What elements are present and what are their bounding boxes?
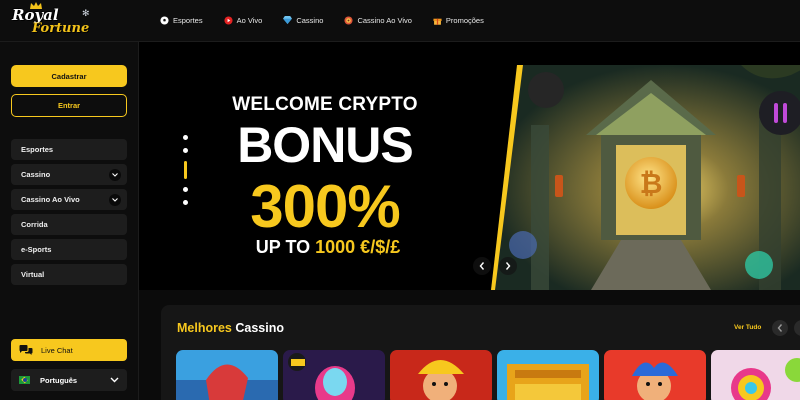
game-thumbnail <box>390 350 492 400</box>
sidebar-item-label: Corrida <box>21 220 48 229</box>
carousel-dot[interactable] <box>182 200 188 205</box>
game-thumbnail <box>711 350 800 400</box>
live-play-icon <box>224 15 233 25</box>
section-next-button[interactable] <box>794 320 800 336</box>
nav-label: Ao Vivo <box>236 15 263 25</box>
login-button[interactable]: Entrar <box>11 94 127 117</box>
live-chat-button[interactable]: Live Chat <box>11 339 127 361</box>
sidebar-item-corrida[interactable]: Corrida <box>11 214 127 235</box>
nav-item-ao-vivo[interactable]: Ao Vivo <box>224 15 263 25</box>
chevron-down-icon[interactable] <box>109 193 121 206</box>
temple-bitcoin-artwork: ₿ <box>491 65 800 290</box>
game-thumbnail <box>497 350 599 400</box>
sidebar-item-label: Cassino <box>21 170 51 179</box>
sidebar-item-virtual[interactable]: Virtual <box>11 264 127 285</box>
chevron-right-icon <box>505 262 511 270</box>
sidebar-menu: Esportes Cassino Cassino Ao Vivo Corrida… <box>11 139 127 289</box>
svg-text:₿: ₿ <box>640 167 663 200</box>
roulette-icon <box>344 15 353 25</box>
brazil-flag-icon <box>19 376 30 384</box>
chevron-down-icon <box>110 377 119 383</box>
nav-label: Cassino Ao Vivo <box>357 15 412 25</box>
top-bar: Royal Fortune ✻ Esportes Ao Vivo Cassino… <box>0 0 800 42</box>
banner-headline: WELCOME CRYPTO <box>232 94 418 115</box>
promo-banner[interactable]: ₿ WELCOME CRYPTO BONUS 300% UP TO 1000 €… <box>139 42 800 290</box>
section-prev-button[interactable] <box>772 320 788 336</box>
chevron-left-icon <box>777 324 783 332</box>
carousel-dot[interactable] <box>182 135 188 140</box>
section-title: Melhores Cassino <box>177 321 284 335</box>
language-selector[interactable]: Português <box>11 369 127 391</box>
nav-label: Esportes <box>173 15 203 25</box>
carousel-prev-button[interactable] <box>473 257 491 275</box>
carousel-indicators <box>181 135 189 213</box>
carousel-dot[interactable] <box>182 148 188 153</box>
nav-item-cassino[interactable]: Cassino <box>283 16 323 25</box>
snowflake-icon: ✻ <box>82 8 90 18</box>
carousel-dot[interactable] <box>182 187 188 192</box>
sidebar-item-label: Virtual <box>21 270 45 279</box>
chevron-left-icon <box>479 262 485 270</box>
banner-offer-prefix: UP TO <box>255 237 316 257</box>
sidebar-item-cassino[interactable]: Cassino <box>11 164 127 185</box>
game-thumbnail <box>283 350 385 400</box>
banner-offer-text: UP TO 1000 €/$/£ <box>223 237 433 258</box>
main-nav: Esportes Ao Vivo Cassino Cassino Ao Vivo… <box>160 12 505 28</box>
nav-label: Cassino <box>296 15 324 25</box>
banner-bonus-text: BONUS <box>237 117 414 173</box>
carousel-next-button[interactable] <box>499 257 517 275</box>
section-title-highlight: Melhores <box>177 321 232 335</box>
game-tile[interactable] <box>497 350 599 400</box>
carousel-dot-active[interactable] <box>183 161 187 179</box>
chat-bubbles-icon <box>19 345 33 355</box>
game-tile[interactable] <box>283 350 385 400</box>
section-title-rest: Cassino <box>231 321 284 335</box>
diamond-icon <box>283 16 293 24</box>
game-tile[interactable] <box>176 350 278 400</box>
nav-item-esportes[interactable]: Esportes <box>160 16 203 25</box>
game-tile[interactable] <box>604 350 706 400</box>
soccer-ball-icon <box>160 15 169 25</box>
gift-icon <box>433 18 442 25</box>
brand-logo[interactable]: Royal Fortune ✻ <box>8 2 92 38</box>
live-chat-label: Live Chat <box>41 345 73 355</box>
sidebar: Cadastrar Entrar Esportes Cassino Cassin… <box>0 42 139 400</box>
nav-label: Promoções <box>445 15 484 25</box>
view-all-link[interactable]: Ver Tudo <box>734 324 761 331</box>
language-label: Português <box>40 375 78 385</box>
game-tile[interactable] <box>390 350 492 400</box>
best-casino-section: Melhores Cassino Ver Tudo <box>161 305 800 400</box>
chevron-down-icon[interactable] <box>109 168 121 181</box>
game-thumbnail <box>604 350 706 400</box>
game-thumbnail <box>176 350 278 400</box>
game-carousel <box>176 350 800 400</box>
game-tile[interactable] <box>711 350 800 400</box>
sidebar-item-label: Cassino Ao Vivo <box>21 195 80 204</box>
nav-item-cassino-ao-vivo[interactable]: Cassino Ao Vivo <box>344 15 412 25</box>
nav-item-promocoes[interactable]: Promoções <box>433 16 484 25</box>
sidebar-item-label: e-Sports <box>21 245 52 254</box>
brand-logo-line2: Fortune <box>32 21 90 36</box>
sidebar-item-esportes[interactable]: Esportes <box>11 139 127 160</box>
signup-button[interactable]: Cadastrar <box>11 65 127 87</box>
sidebar-item-cassino-ao-vivo[interactable]: Cassino Ao Vivo <box>11 189 127 210</box>
banner-offer-amount: 1000 €/$/£ <box>315 237 401 257</box>
sidebar-item-label: Esportes <box>21 145 54 154</box>
sidebar-item-e-sports[interactable]: e-Sports <box>11 239 127 260</box>
banner-percent-text: 300% <box>250 173 400 240</box>
